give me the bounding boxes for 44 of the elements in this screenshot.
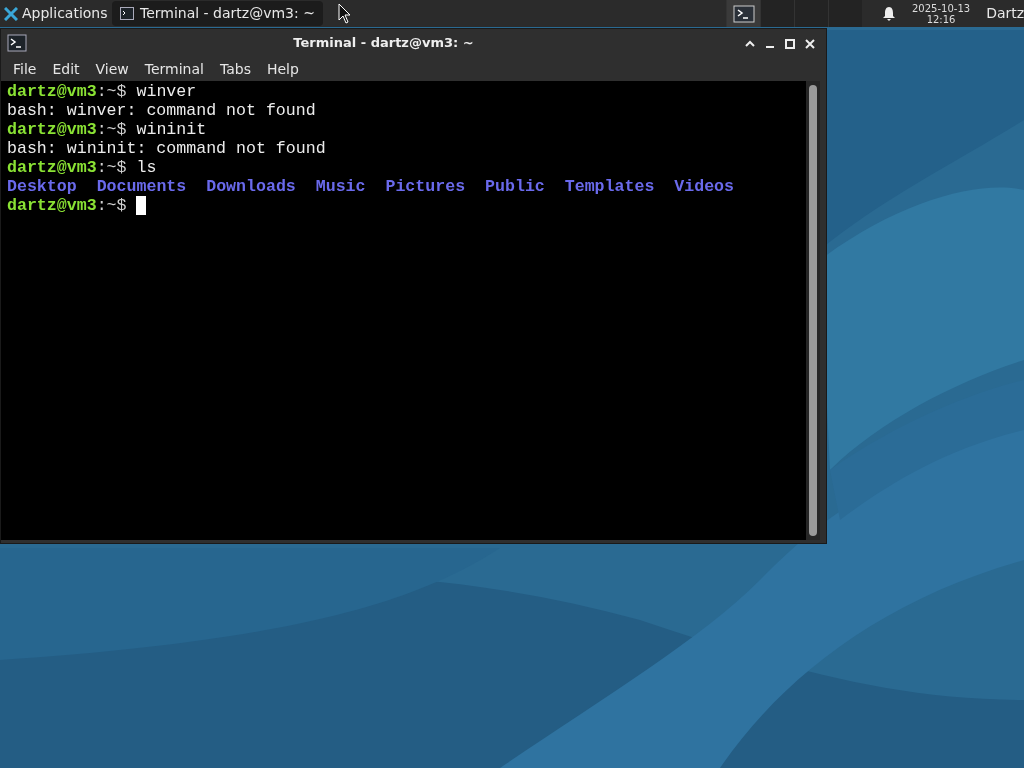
window-title: Terminal - dartz@vm3: ~ bbox=[292, 34, 475, 53]
taskbar-button[interactable]: Terminal - dartz@vm3: ~ bbox=[112, 1, 323, 26]
workspace-button[interactable] bbox=[726, 0, 760, 27]
output-text: bash: winver: command not found bbox=[7, 101, 316, 120]
command-text: ls bbox=[136, 158, 157, 177]
terminal-icon bbox=[7, 34, 27, 52]
menu-item[interactable]: View bbox=[87, 58, 137, 80]
directory-name: Public bbox=[485, 177, 545, 196]
applications-menu[interactable]: Applications bbox=[22, 3, 108, 24]
prompt-user: dartz@vm3 bbox=[7, 196, 97, 215]
prompt-user: dartz@vm3 bbox=[7, 120, 97, 139]
directory-name: Music bbox=[315, 177, 366, 196]
close-icon bbox=[805, 39, 815, 49]
directory-name: Pictures bbox=[385, 177, 466, 196]
command-text: winver bbox=[136, 82, 197, 101]
prompt-path: :~$ bbox=[96, 158, 127, 177]
prompt-path: :~$ bbox=[96, 82, 127, 101]
directory-name: Documents bbox=[96, 177, 187, 196]
prompt-user: dartz@vm3 bbox=[7, 82, 97, 101]
scrollbar-thumb[interactable] bbox=[809, 85, 817, 536]
directory-name: Desktop bbox=[7, 177, 77, 196]
user-menu[interactable]: Dartz bbox=[986, 3, 1024, 24]
notification-bell-icon[interactable] bbox=[882, 5, 896, 22]
prompt-path: :~$ bbox=[96, 196, 127, 215]
directory-name: Videos bbox=[674, 177, 734, 196]
menu-item[interactable]: Terminal bbox=[136, 58, 212, 80]
caret-up-icon bbox=[745, 40, 755, 48]
output-text: bash: wininit: command not found bbox=[7, 139, 326, 158]
directory-name: Templates bbox=[564, 177, 655, 196]
terminal-icon bbox=[732, 4, 755, 23]
directory-name: Downloads bbox=[206, 177, 296, 196]
app-menu-icon[interactable] bbox=[4, 6, 18, 21]
terminal-icon bbox=[120, 7, 134, 20]
menu-item[interactable]: Help bbox=[258, 58, 307, 80]
prompt-user: dartz@vm3 bbox=[7, 158, 97, 177]
clock[interactable]: 2025-10-13 12:16 bbox=[912, 1, 971, 26]
menu-item[interactable]: File bbox=[5, 58, 45, 80]
maximize-icon bbox=[785, 39, 795, 49]
prompt-path: :~$ bbox=[96, 120, 127, 139]
menu-item[interactable]: Edit bbox=[44, 58, 88, 80]
mouse-pointer-icon bbox=[338, 3, 352, 24]
menu-item[interactable]: Tabs bbox=[211, 58, 259, 80]
command-text: wininit bbox=[136, 120, 207, 139]
minimize-icon bbox=[765, 46, 775, 48]
